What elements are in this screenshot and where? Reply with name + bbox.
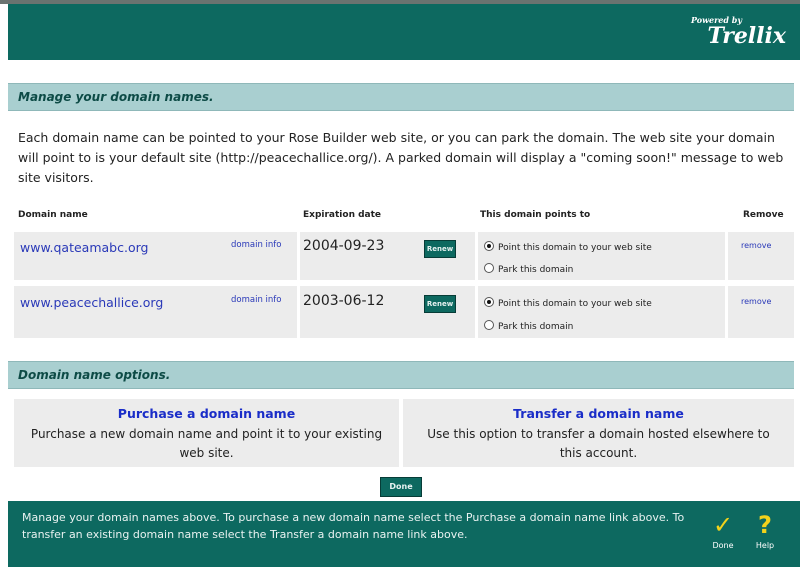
park-option-label: Park this domain [498,322,574,332]
radio-point[interactable] [484,297,494,307]
point-option-label: Point this domain to your web site [498,243,652,253]
point-option[interactable]: Point this domain to your web site [484,297,652,309]
radio-park[interactable] [484,320,494,330]
park-option-label: Park this domain [498,265,574,275]
domain-info-link[interactable]: domain info [231,240,281,250]
domain-cell [14,286,297,338]
col-header-remove: Remove [743,210,784,220]
transfer-description: Use this option to transfer a domain hos… [427,427,770,460]
radio-point[interactable] [484,241,494,251]
intro-text: Each domain name can be pointed to your … [18,130,784,185]
transfer-option-box: Transfer a domain name Use this option t… [403,399,794,467]
remove-cell [728,232,794,280]
col-header-expiration: Expiration date [303,210,382,220]
footer-help-text: Manage your domain names above. To purch… [22,511,685,541]
col-header-points-to: This domain points to [480,210,591,220]
transfer-domain-link[interactable]: Transfer a domain name [403,406,794,421]
footer-help-button[interactable]: ? Help [750,511,780,550]
domain-link[interactable]: www.qateamabc.org [20,240,148,255]
remove-link[interactable]: remove [741,241,771,250]
park-option[interactable]: Park this domain [484,320,573,332]
manage-section-bar: Manage your domain names. [8,83,794,111]
expiration-date: 2004-09-23 [303,238,385,254]
help-icon: ? [758,511,772,539]
purchase-domain-link[interactable]: Purchase a domain name [14,406,399,421]
purchase-option-box: Purchase a domain name Purchase a new do… [14,399,399,467]
footer-help-label: Help [755,541,775,550]
options-section-title: Domain name options. [18,368,171,382]
renew-button[interactable]: Renew [424,295,456,313]
header-bar: Powered by Trellix [8,4,800,60]
col-header-domain: Domain name [18,210,88,220]
point-option-label: Point this domain to your web site [498,299,652,309]
manage-section-title: Manage your domain names. [18,90,214,104]
radio-park[interactable] [484,263,494,273]
park-option[interactable]: Park this domain [484,263,573,275]
footer-done-button[interactable]: ✓ Done [708,511,738,550]
domain-info-link[interactable]: domain info [231,295,281,305]
expiration-date: 2003-06-12 [303,293,385,309]
domain-link[interactable]: www.peacechallice.org [20,295,163,310]
point-option[interactable]: Point this domain to your web site [484,241,652,253]
options-section-bar: Domain name options. [8,361,794,389]
trellix-logo: Powered by Trellix [691,16,786,48]
footer-bar: Manage your domain names above. To purch… [8,501,800,567]
brand-name: Trellix [707,23,786,49]
check-icon: ✓ [712,511,734,539]
done-button[interactable]: Done [380,477,422,497]
purchase-description: Purchase a new domain name and point it … [30,427,383,460]
renew-button[interactable]: Renew [424,240,456,258]
footer-done-label: Done [712,541,734,550]
remove-cell [728,286,794,338]
remove-link[interactable]: remove [741,297,771,306]
